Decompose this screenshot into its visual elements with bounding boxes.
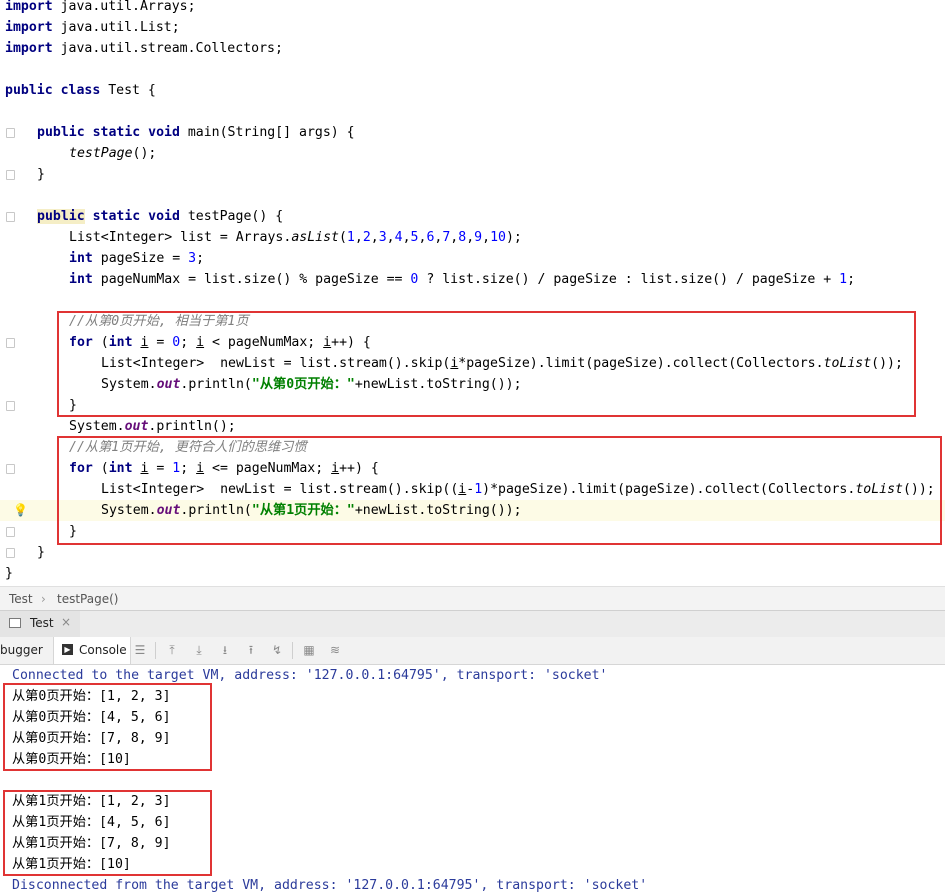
code-line: } [37, 167, 45, 182]
code-line: testPage(); [69, 146, 157, 161]
tab-run-label: Test [30, 616, 54, 630]
code-line: public static void testPage() { [37, 209, 284, 224]
step-over-icon[interactable]: ⤓ [192, 643, 206, 657]
trace-icon[interactable]: ≋ [328, 643, 342, 657]
highlight-box [57, 311, 916, 417]
code-line: import java.util.List; [5, 20, 180, 35]
breadcrumb-separator: › [41, 592, 46, 606]
console-disconnected-line: Disconnected from the target VM, address… [12, 878, 648, 893]
tab-run-test[interactable]: Test × [0, 611, 80, 637]
show-execution-point-icon[interactable]: ⤒ [165, 643, 179, 657]
breadcrumb-class[interactable]: Test [9, 587, 33, 611]
close-icon[interactable]: × [61, 615, 71, 629]
toolbar-divider [155, 642, 156, 659]
lightbulb-icon[interactable]: 💡 [13, 504, 28, 517]
debug-toolbar: bugger ▶ Console ☰ ⤒ ⤓ ⭳ ⭱ ↯ ▦ ≋ [0, 637, 945, 665]
run-config-icon [9, 618, 21, 628]
code-line: int pageNumMax = list.size() % pageSize … [69, 272, 856, 287]
run-to-cursor-icon[interactable]: ↯ [270, 643, 284, 657]
code-line: List<Integer> list = Arrays.asList(1,2,3… [69, 230, 522, 245]
code-line: import java.util.Arrays; [5, 0, 196, 14]
step-into-icon[interactable]: ⭳ [218, 643, 232, 657]
highlight-box [3, 790, 212, 876]
code-line: public static void main(String[] args) { [37, 125, 355, 140]
code-line: System.out.println(); [69, 419, 236, 434]
run-tab-bar: Test × [0, 610, 945, 638]
code-line: import java.util.stream.Collectors; [5, 41, 283, 56]
code-line: public class Test { [5, 83, 156, 98]
tab-console-label: Console [79, 643, 127, 657]
step-out-icon[interactable]: ⭱ [244, 643, 258, 657]
toolbar-divider [292, 642, 293, 659]
evaluate-expression-icon[interactable]: ▦ [302, 643, 316, 657]
breadcrumb-method[interactable]: testPage() [57, 587, 118, 611]
code-line: int pageSize = 3; [69, 251, 205, 266]
tab-console[interactable]: ▶ Console [53, 637, 131, 664]
highlight-box [57, 436, 942, 545]
console-icon: ▶ [62, 644, 73, 655]
console-output[interactable]: Connected to the target VM, address: '12… [0, 665, 945, 895]
menu-icon[interactable]: ☰ [133, 643, 147, 657]
code-line: } [5, 566, 13, 581]
tab-debugger[interactable]: bugger [0, 643, 43, 657]
code-line: } [37, 545, 45, 560]
breadcrumb: Test › testPage() [0, 586, 945, 611]
code-editor[interactable]: import java.util.Arrays; import java.uti… [0, 0, 945, 586]
highlight-box [3, 683, 212, 771]
